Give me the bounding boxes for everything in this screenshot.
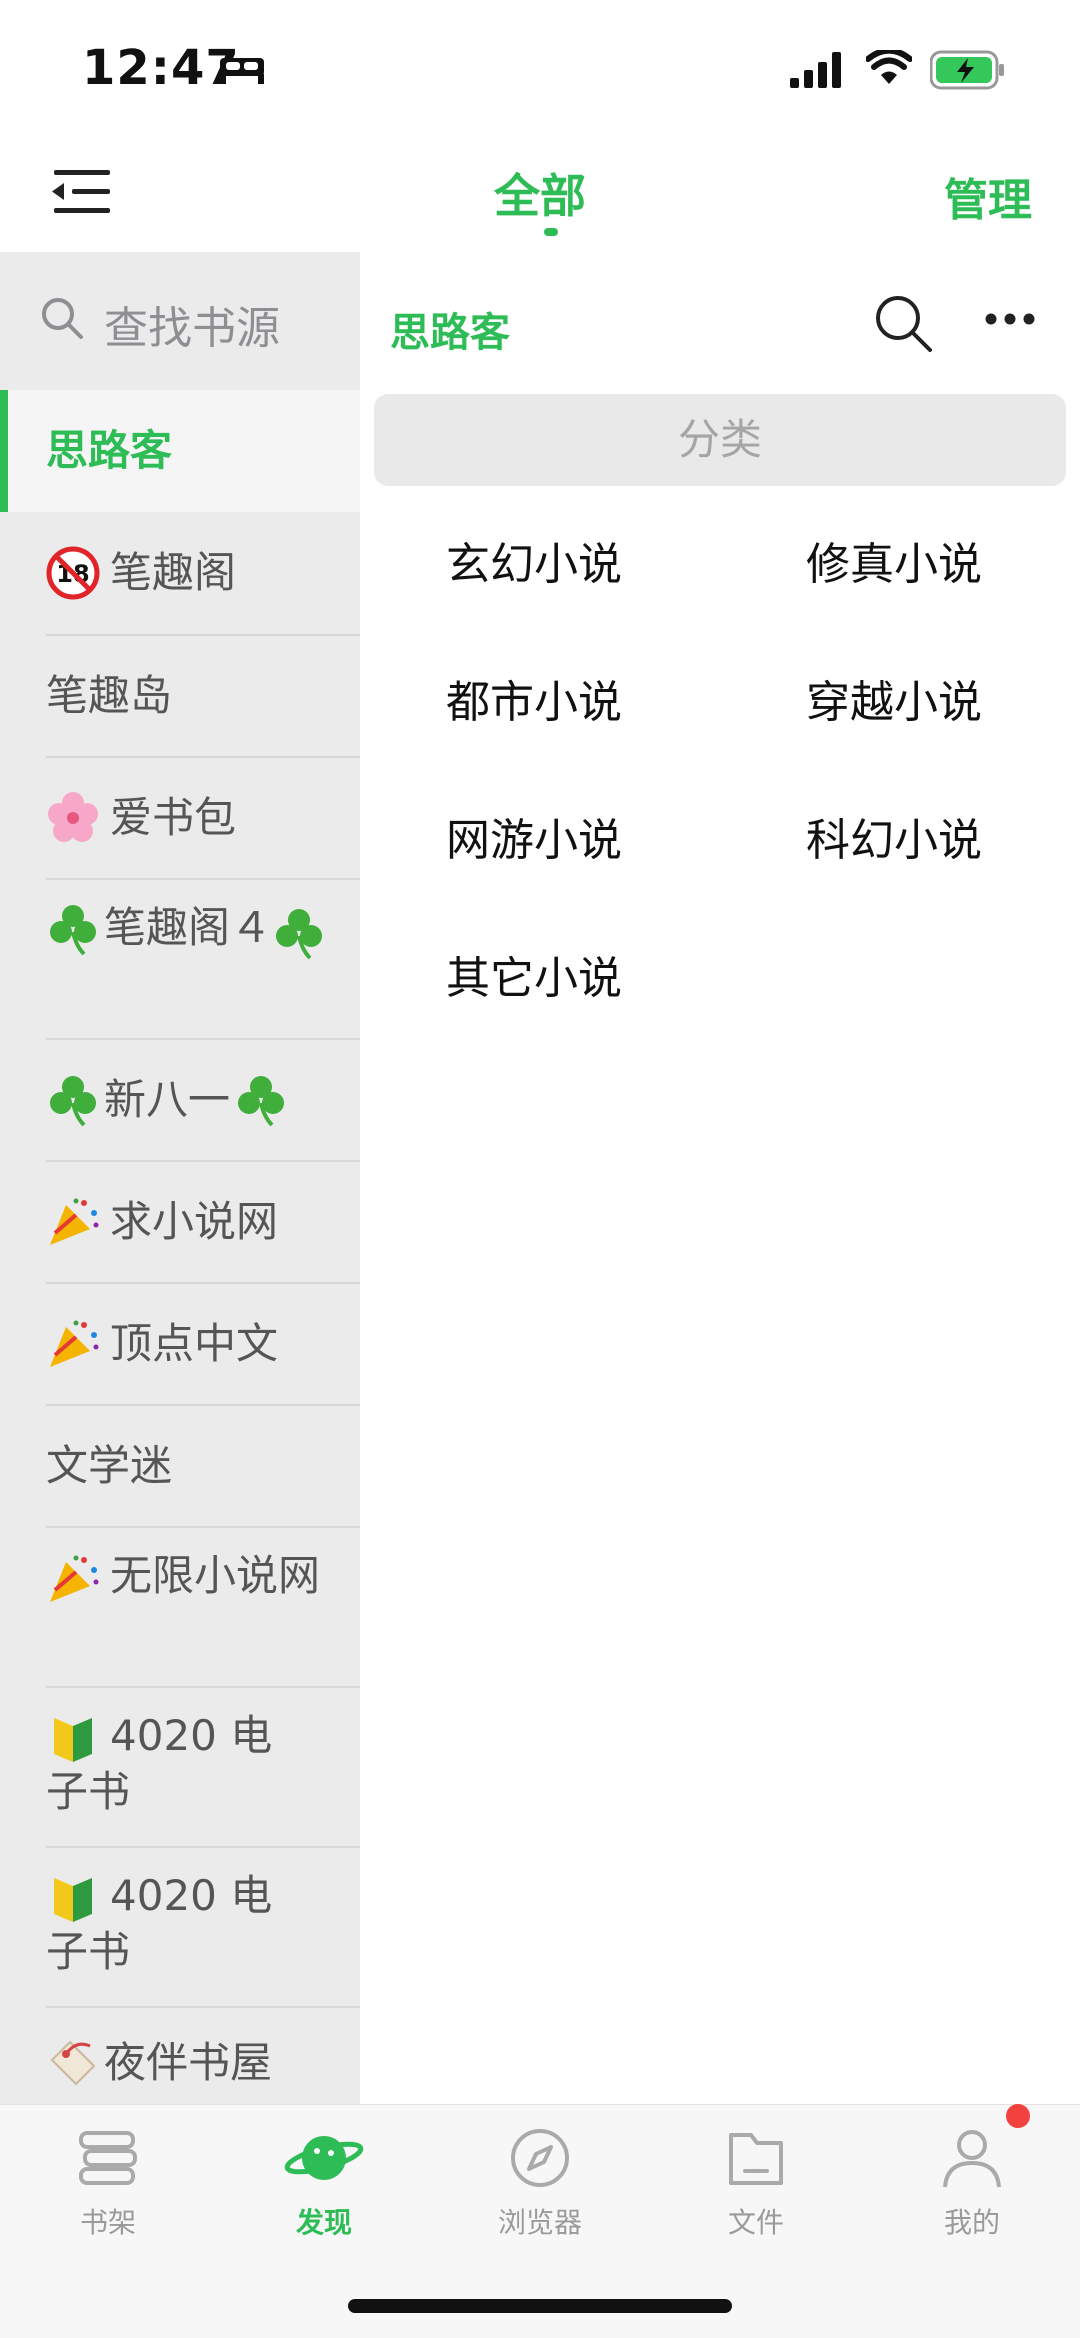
sidebar-item-label: 新八一 [104, 1075, 231, 1124]
sidebar-item[interactable]: 4020 电子书 [0, 1848, 360, 2006]
more-options-icon[interactable] [984, 312, 1036, 326]
sidebar-item[interactable]: 笔趣阁４ [0, 880, 360, 1038]
category-item[interactable]: 其它小说 [446, 942, 622, 1006]
sidebar-item-label: 笔趣阁４ [104, 903, 273, 952]
search-icon[interactable] [872, 292, 934, 354]
shamrock-icon [276, 909, 323, 960]
tab-browser[interactable]: 浏览器 [460, 2125, 620, 2241]
explore-panel: 思路客 分类 玄幻小说 修真小说 都市小说 穿越小说 网游小说 科幻小说 其它小… [360, 252, 1080, 2104]
tab-label: 我的 [943, 2206, 1000, 2239]
cellular-signal-icon [790, 52, 841, 88]
tab-discover[interactable]: 发现 [244, 2125, 404, 2241]
sidebar-item-label: 思路客 [46, 426, 173, 475]
planet-icon [284, 2136, 364, 2180]
beginner-icon [54, 1877, 92, 1922]
sidebar-item-content: 4020 电子书 [46, 1870, 286, 1978]
sidebar-item-label: 笔趣阁 [110, 548, 237, 597]
tag-icon [50, 2040, 96, 2086]
search-icon [42, 298, 83, 339]
group-title[interactable]: 全部 [0, 160, 1080, 226]
source-sidebar: 查找书源 思路客 18 笔趣阁 笔趣岛 爱书包 [0, 252, 360, 2104]
sidebar-item[interactable]: 18 笔趣阁 [0, 512, 360, 634]
sidebar-item[interactable]: 爱书包 [0, 758, 360, 878]
shamrock-icon [50, 1076, 96, 1127]
tab-label: 文件 [727, 2206, 784, 2239]
notification-badge [1006, 2104, 1030, 2128]
tab-label: 浏览器 [497, 2206, 582, 2239]
bed-icon [220, 58, 264, 84]
sidebar-item[interactable]: 笔趣岛 [0, 636, 360, 756]
sidebar-item-label: 爱书包 [110, 793, 237, 842]
sidebar-item-label: 文学迷 [46, 1441, 173, 1490]
sidebar-item[interactable]: 文学迷 [0, 1406, 360, 1526]
tab-bookshelf[interactable]: 书架 [28, 2125, 188, 2241]
sidebar-item[interactable]: 新八一 [0, 1040, 360, 1160]
beginner-icon [54, 1717, 92, 1762]
top-navigation-bar: 全部 管理 [0, 140, 1080, 252]
battery-charging-icon [930, 50, 1004, 90]
party-popper-icon [50, 1555, 99, 1602]
sidebar-item[interactable]: 求小说网 [0, 1162, 360, 1282]
manage-button[interactable]: 管理 [944, 164, 1032, 228]
sidebar-item-content: 4020 电子书 [46, 1710, 286, 1818]
sidebar-item-label: 夜伴书屋 [104, 2038, 273, 2087]
tab-files[interactable]: 文件 [676, 2125, 836, 2241]
category-item[interactable]: 玄幻小说 [446, 528, 622, 592]
status-time: 12:47 [82, 40, 240, 96]
status-bar: 12:47 [0, 0, 1080, 140]
compass-icon [511, 2129, 569, 2187]
sidebar-item[interactable]: 无限小说网 [0, 1528, 360, 1686]
home-indicator[interactable] [348, 2299, 732, 2313]
tab-label: 书架 [79, 2206, 136, 2239]
sidebar-item-label: 顶点中文 [110, 1319, 279, 1368]
active-indicator [0, 390, 8, 512]
sidebar-item-content: 无限小说网 [46, 1550, 336, 1606]
tab-profile[interactable]: 我的 [892, 2125, 1052, 2241]
18-icon: 18 [46, 546, 100, 600]
sidebar-item-active[interactable]: 思路客 [0, 390, 360, 512]
sidebar-item[interactable]: 4020 电子书 [0, 1688, 360, 1846]
category-section-header: 分类 [374, 394, 1066, 486]
category-item[interactable]: 科幻小说 [806, 804, 982, 868]
sidebar-item[interactable]: 顶点中文 [0, 1284, 360, 1404]
shamrock-icon [50, 905, 96, 956]
folder-icon [729, 2133, 783, 2185]
source-title: 思路客 [390, 310, 510, 356]
party-popper-icon [50, 1198, 99, 1245]
sidebar-item-label: 笔趣岛 [46, 671, 173, 720]
tab-label: 发现 [295, 2206, 352, 2239]
source-search-box[interactable]: 查找书源 [0, 252, 360, 390]
group-indicator-dot [544, 228, 558, 236]
source-search-placeholder: 查找书源 [104, 303, 280, 354]
person-icon [943, 2130, 1001, 2188]
bookshelf-icon [79, 2131, 137, 2185]
category-item[interactable]: 都市小说 [446, 666, 622, 730]
wifi-icon [866, 50, 912, 84]
sidebar-item[interactable]: 夜伴书屋 [0, 2008, 360, 2104]
shamrock-icon [238, 1076, 285, 1127]
sidebar-item-label: 无限小说网 [110, 1551, 321, 1600]
cherry-blossom-icon [48, 792, 98, 842]
category-item[interactable]: 网游小说 [446, 804, 622, 868]
party-popper-icon [50, 1320, 99, 1367]
category-item[interactable]: 修真小说 [806, 528, 982, 592]
category-item[interactable]: 穿越小说 [806, 666, 982, 730]
sidebar-item-label: 求小说网 [110, 1197, 279, 1246]
